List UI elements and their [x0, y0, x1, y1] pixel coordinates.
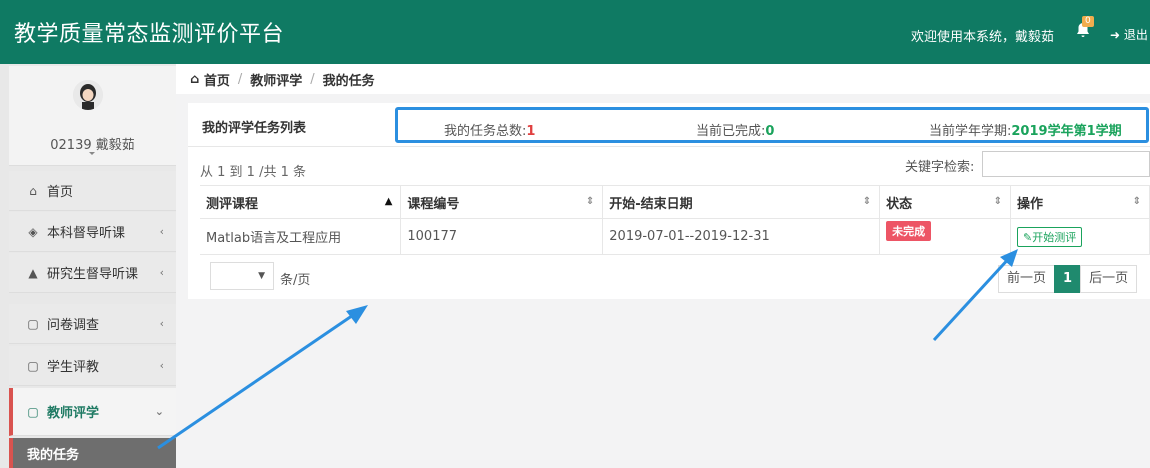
logout-link[interactable]: ➜ 退出 [1110, 26, 1148, 43]
sidebar-item-grad-supervision[interactable]: ▲ 研究生督导听课 ‹ [9, 253, 176, 293]
stat-done: 当前已完成:0 [696, 120, 774, 139]
chevron-left-icon: ‹ [159, 317, 164, 330]
file-icon: ▢ [27, 316, 39, 331]
welcome-text: 欢迎使用本系统，戴毅茹 [911, 30, 1055, 45]
search-input[interactable] [982, 151, 1150, 177]
sidebar-item-label: 教师评学 [47, 406, 100, 421]
dropdown-arrow-icon: ▼ [258, 271, 265, 281]
breadcrumb-separator: / [310, 71, 315, 87]
column-header-status[interactable]: 状态 ⇕ [879, 185, 1012, 219]
column-label: 课程编号 [407, 196, 460, 212]
user-profile: 02139 戴毅茹 [9, 66, 176, 166]
breadcrumb-home[interactable]: 首页 [204, 70, 230, 89]
app-title: 教学质量常态监测评价平台 [14, 22, 285, 47]
breadcrumb-separator: / [237, 71, 243, 87]
sidebar-item-home[interactable]: ⌂ 首页 [9, 171, 176, 211]
stat-term-value: 2019学年第1学期 [1011, 124, 1122, 139]
sidebar-item-label: 学生评教 [47, 360, 100, 375]
task-table: 测评课程 ▲ 课程编号 ⇕ 开始-结束日期 ⇕ 状态 ⇕ 操作 ⇕ Matlab语言及工程… [200, 185, 1150, 255]
column-header-course[interactable]: 测评课程 ▲ [200, 185, 402, 219]
pagination: 前一页 1 后一页 [998, 265, 1138, 293]
home-icon: ⌂ [190, 71, 204, 87]
home-icon: ⌂ [29, 183, 37, 198]
sidebar-item-label: 问卷调查 [47, 318, 100, 333]
annotation-arrowhead-1 [346, 305, 368, 324]
chevron-left-icon: ‹ [159, 266, 164, 279]
caret-down-icon[interactable] [89, 152, 95, 155]
file-icon: ▢ [27, 404, 39, 419]
sidebar-item-survey[interactable]: ▢ 问卷调查 ‹ [9, 304, 176, 344]
stat-total-value: 1 [526, 124, 536, 139]
task-panel: 我的评学任务列表 我的任务总数:1 当前已完成:0 当前学年学期:2019学年第… [188, 103, 1150, 299]
breadcrumb-current: 我的任务 [322, 73, 375, 89]
table-info: 从 1 到 1 /共 1 条 [200, 165, 306, 180]
sort-icon: ⇕ [585, 196, 595, 207]
pencil-icon: ✎ [1023, 230, 1033, 244]
graduation-cap-icon: ▲ [28, 265, 38, 280]
logout-icon: ➜ [1110, 28, 1124, 42]
status-badge: 未完成 [886, 220, 932, 241]
stat-done-value: 0 [765, 124, 775, 139]
table-row: Matlab语言及工程应用 100177 2019-07-01--2019-12… [200, 218, 1150, 255]
stat-done-label: 当前已完成: [696, 124, 766, 139]
chevron-down-icon: ⌄ [154, 405, 164, 418]
stat-total: 我的任务总数:1 [444, 120, 535, 139]
avatar [73, 80, 103, 110]
sidebar-item-teacher-eval[interactable]: ▢ 教师评学 ⌄ [9, 388, 176, 436]
start-eval-button[interactable]: ✎开始测评 [1017, 226, 1083, 247]
perpage-select[interactable]: ▼ [210, 262, 274, 290]
pager-next[interactable]: 后一页 [1080, 265, 1138, 293]
cell-action: ✎开始测评 [1010, 218, 1150, 255]
user-name[interactable]: 02139 戴毅茹 [9, 134, 176, 153]
chevron-left-icon: ‹ [159, 225, 164, 238]
column-label: 开始-结束日期 [609, 196, 693, 212]
cell-course: Matlab语言及工程应用 [200, 218, 402, 255]
notification-bell[interactable]: 0 [1076, 16, 1094, 40]
sort-icon: ⇕ [1132, 196, 1141, 207]
cube-icon: ◈ [28, 224, 38, 239]
perpage-label: 条/页 [280, 273, 311, 288]
sidebar-item-label: 首页 [47, 185, 74, 200]
cell-dates: 2019-07-01--2019-12-31 [602, 218, 881, 255]
sidebar-subitem-my-tasks[interactable]: 我的任务 [9, 438, 176, 468]
start-eval-label: 开始测评 [1032, 230, 1077, 244]
panel-title: 我的评学任务列表 [202, 121, 307, 136]
pager-current[interactable]: 1 [1054, 265, 1082, 293]
logout-label: 退出 [1123, 28, 1148, 42]
sidebar-item-student-eval[interactable]: ▢ 学生评教 ‹ [9, 346, 176, 386]
panel-header: 我的评学任务列表 我的任务总数:1 当前已完成:0 当前学年学期:2019学年第… [188, 103, 1150, 147]
column-header-dates[interactable]: 开始-结束日期 ⇕ [602, 185, 881, 219]
sidebar-item-label: 研究生督导听课 [47, 267, 139, 282]
column-label: 操作 [1017, 196, 1044, 212]
stats-highlight-box: 我的任务总数:1 当前已完成:0 当前学年学期:2019学年第1学期 [395, 107, 1149, 143]
top-header: 教学质量常态监测评价平台 欢迎使用本系统，戴毅茹 0 ➜ 退出 [0, 0, 1150, 64]
stat-total-label: 我的任务总数: [444, 124, 527, 139]
breadcrumb: ⌂ 首页 / 教师评学 / 我的任务 [176, 64, 1150, 94]
chevron-left-icon: ‹ [159, 359, 164, 372]
column-header-code[interactable]: 课程编号 ⇕ [400, 185, 604, 219]
sort-icon: ⇕ [993, 196, 1003, 207]
notification-badge: 0 [1082, 16, 1094, 27]
column-label: 状态 [886, 196, 913, 212]
table-header-row: 测评课程 ▲ 课程编号 ⇕ 开始-结束日期 ⇕ 状态 ⇕ 操作 ⇕ [200, 185, 1150, 219]
file-icon: ▢ [27, 358, 39, 373]
sidebar: 02139 戴毅茹 ⌂ 首页 ◈ 本科督导听课 ‹ ▲ 研究生督导听课 ‹ ▢ … [0, 64, 176, 468]
sidebar-item-label: 本科督导听课 [47, 226, 126, 241]
stat-term: 当前学年学期:2019学年第1学期 [929, 120, 1122, 139]
cell-status: 未完成 [879, 218, 1012, 255]
column-header-action[interactable]: 操作 ⇕ [1010, 185, 1150, 219]
sidebar-item-undergrad-supervision[interactable]: ◈ 本科督导听课 ‹ [9, 212, 176, 252]
cell-code: 100177 [400, 218, 604, 255]
column-label: 测评课程 [206, 196, 259, 212]
sort-asc-icon: ▲ [384, 196, 393, 207]
search-label: 关键字检索: [905, 160, 975, 175]
breadcrumb-teacher-eval[interactable]: 教师评学 [250, 70, 302, 89]
sort-icon: ⇕ [862, 196, 872, 207]
annotation-arrow-1 [157, 307, 363, 450]
stat-term-label: 当前学年学期: [929, 124, 1012, 139]
pager-prev[interactable]: 前一页 [998, 265, 1056, 293]
